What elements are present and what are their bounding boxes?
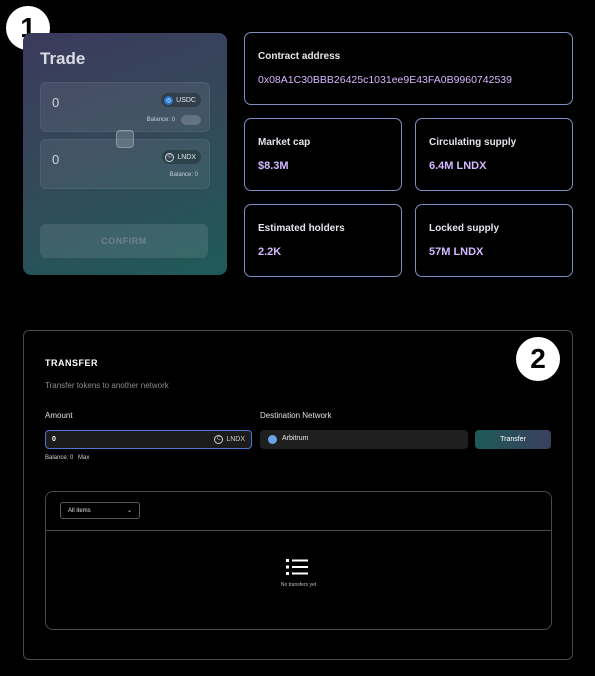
estimated-holders-card: Estimated holders 2.2K: [244, 204, 402, 277]
market-cap-value: $8.3M: [258, 160, 289, 172]
transfer-subtitle: Transfer tokens to another network: [45, 381, 169, 390]
max-button[interactable]: Max: [78, 455, 89, 461]
list-divider: [46, 530, 551, 531]
items-filter-select[interactable]: All items ⌄: [60, 502, 140, 519]
locked-supply-card: Locked supply 57M LNDX: [415, 204, 573, 277]
transfer-balance: Balance: 0: [45, 455, 74, 461]
transfer-button[interactable]: Transfer: [475, 430, 551, 449]
estimated-holders-label: Estimated holders: [258, 223, 345, 234]
amount-label: Amount: [45, 411, 73, 420]
lndx-icon: ©: [165, 152, 175, 162]
trade-card: Trade 0 ◎ USDC Balance: 0 0 © LNDX Balan…: [23, 33, 227, 275]
amount-unit-label: LNDX: [226, 436, 245, 443]
circulating-supply-value: 6.4M LNDX: [429, 160, 487, 172]
swap-from-amount[interactable]: 0: [52, 95, 59, 110]
swap-to-box[interactable]: 0 © LNDX Balance: 0: [40, 139, 210, 189]
empty-state-text: No transfers yet: [280, 582, 317, 588]
contract-address-value[interactable]: 0x08A1C30BBB26425c1031ee9E43FA0B99607425…: [258, 74, 512, 86]
amount-input[interactable]: 0 C LNDX: [45, 430, 252, 449]
amount-value[interactable]: 0: [52, 436, 56, 443]
circulating-supply-card: Circulating supply 6.4M LNDX: [415, 118, 573, 191]
token-label-lndx: LNDX: [177, 153, 196, 161]
destination-network-value: Arbitrum: [282, 435, 309, 442]
contract-address-card: Contract address 0x08A1C30BBB26425c1031e…: [244, 32, 573, 105]
transfer-balance-line: Balance: 0 Max: [45, 455, 89, 461]
trade-title: Trade: [40, 49, 86, 68]
confirm-button[interactable]: CONFIRM: [40, 224, 208, 258]
items-filter-value: All items: [68, 508, 91, 514]
destination-network-label: Destination Network: [260, 411, 332, 420]
market-cap-card: Market cap $8.3M: [244, 118, 402, 191]
usdc-icon: ◎: [164, 95, 174, 105]
estimated-holders-value: 2.2K: [258, 246, 282, 258]
locked-supply-label: Locked supply: [429, 223, 500, 234]
max-toggle[interactable]: [181, 115, 201, 125]
swap-from-balance: Balance: 0: [146, 117, 175, 123]
swap-to-amount[interactable]: 0: [52, 152, 59, 167]
lndx-icon: C: [214, 435, 224, 444]
token-selector-lndx[interactable]: © LNDX: [162, 150, 201, 164]
chevron-down-icon: ⌄: [126, 508, 132, 514]
amount-unit: C LNDX: [214, 435, 245, 444]
transfer-title: TRANSFER: [45, 358, 98, 368]
locked-supply-value: 57M LNDX: [429, 246, 484, 258]
transfers-list: All items ⌄ No transfers yet: [45, 491, 552, 630]
token-label-usdc: USDC: [176, 96, 196, 104]
transfer-panel: TRANSFER Transfer tokens to another netw…: [23, 330, 573, 660]
contract-address-label: Contract address: [258, 51, 341, 62]
arbitrum-icon: [268, 435, 277, 444]
token-selector-usdc[interactable]: ◎ USDC: [161, 93, 201, 107]
market-cap-label: Market cap: [258, 137, 311, 148]
swap-from-box[interactable]: 0 ◎ USDC Balance: 0: [40, 82, 210, 132]
swap-to-balance: Balance: 0: [169, 172, 198, 178]
destination-network-select[interactable]: Arbitrum: [260, 430, 468, 449]
circulating-supply-label: Circulating supply: [429, 137, 517, 148]
list-icon: [286, 559, 308, 575]
step-badge-2: 2: [516, 337, 560, 381]
